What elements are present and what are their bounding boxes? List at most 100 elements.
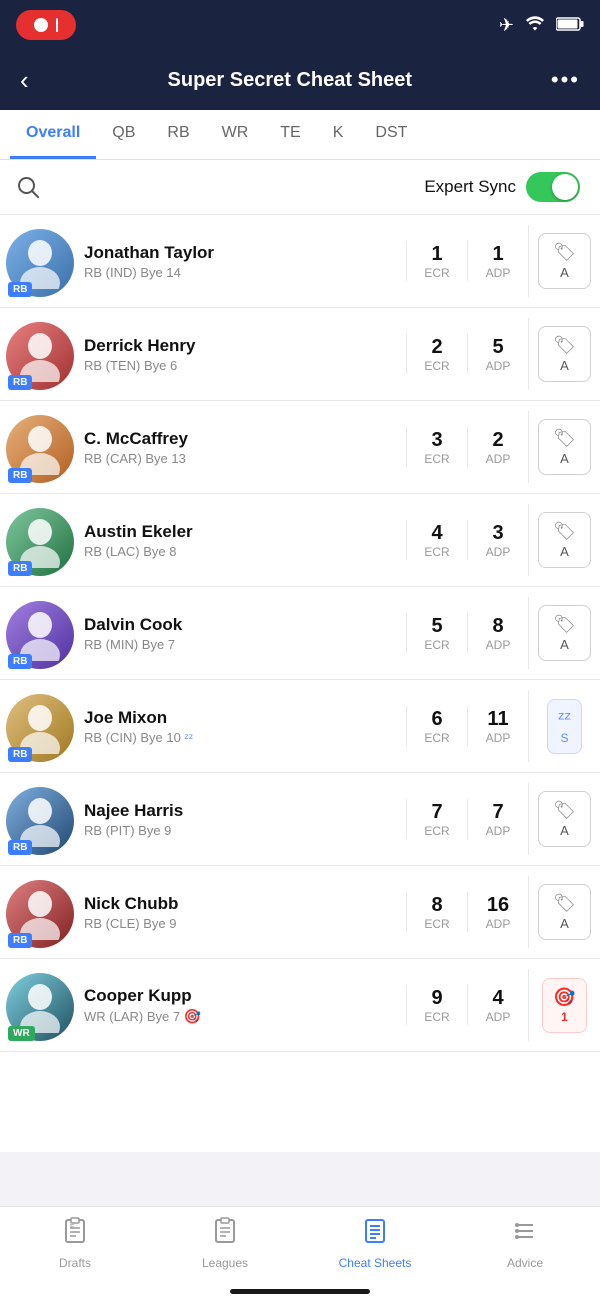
player-name: Austin Ekeler — [84, 522, 406, 542]
ecr-stat: 6 ECR — [407, 708, 467, 745]
tag-icon: 🏷 — [553, 242, 576, 263]
tab-qb[interactable]: QB — [96, 110, 151, 159]
player-name: Najee Harris — [84, 801, 406, 821]
ecr-label: ECR — [411, 452, 463, 466]
table-row[interactable]: RB Joe Mixon RB (CIN) Bye 10 ᶻᶻ 6 ECR 11… — [0, 680, 600, 773]
drafts-label: Drafts — [59, 1256, 91, 1270]
table-row[interactable]: RB Austin Ekeler RB (LAC) Bye 8 4 ECR 3 … — [0, 494, 600, 587]
table-row[interactable]: RB Derrick Henry RB (TEN) Bye 6 2 ECR 5 … — [0, 308, 600, 401]
more-button[interactable]: ••• — [551, 67, 580, 93]
table-row[interactable]: RB Dalvin Cook RB (MIN) Bye 7 5 ECR 8 AD… — [0, 587, 600, 680]
position-badge-rb: RB — [8, 468, 32, 483]
player-info: Austin Ekeler RB (LAC) Bye 8 — [80, 522, 406, 559]
player-meta: RB (CIN) Bye 10 ᶻᶻ — [84, 730, 406, 745]
position-badge-rb: RB — [8, 561, 32, 576]
action-col: 🏷 A — [528, 876, 600, 948]
adp-label: ADP — [472, 1010, 524, 1024]
table-row[interactable]: RB Nick Chubb RB (CLE) Bye 9 8 ECR 16 AD… — [0, 866, 600, 959]
battery-icon — [556, 15, 584, 36]
sleep-icon: ᶻᶻ — [184, 731, 193, 745]
player-info: Derrick Henry RB (TEN) Bye 6 — [80, 336, 406, 373]
bottom-tab-cheat-sheets[interactable]: Cheat Sheets — [300, 1217, 450, 1270]
ecr-value: 5 — [411, 615, 463, 638]
tag-button[interactable]: 🏷 A — [538, 326, 591, 382]
tag-label: A — [560, 358, 569, 373]
target-icon: 🎯 — [184, 1008, 201, 1024]
cheat-sheets-icon — [361, 1217, 389, 1252]
tag-label: A — [560, 265, 569, 280]
action-col: ᶻᶻ S — [528, 690, 600, 762]
ecr-stat: 3 ECR — [407, 429, 467, 466]
player-meta: RB (LAC) Bye 8 — [84, 544, 406, 559]
ecr-value: 6 — [411, 708, 463, 731]
position-badge-rb: RB — [8, 840, 32, 855]
adp-stat: 8 ADP — [468, 615, 528, 652]
leagues-label: Leagues — [202, 1256, 248, 1270]
tab-wr[interactable]: WR — [206, 110, 265, 159]
bottom-tab-leagues[interactable]: Leagues — [150, 1217, 300, 1270]
tag-button[interactable]: 🏷 A — [538, 512, 591, 568]
adp-stat: 7 ADP — [468, 801, 528, 838]
tab-te[interactable]: TE — [264, 110, 316, 159]
back-button[interactable]: ‹ — [20, 65, 29, 96]
table-row[interactable]: RB Najee Harris RB (PIT) Bye 9 7 ECR 7 A… — [0, 773, 600, 866]
tag-button[interactable]: 🏷 A — [538, 419, 591, 475]
search-icon[interactable] — [16, 175, 40, 199]
record-dot — [34, 18, 48, 32]
tag-button[interactable]: 🏷 A — [538, 791, 591, 847]
adp-value: 3 — [472, 522, 524, 545]
ecr-stat: 7 ECR — [407, 801, 467, 838]
advice-icon — [511, 1217, 539, 1252]
status-bar-right: ✈ — [499, 15, 584, 36]
tag-icon: 🏷 — [553, 893, 576, 914]
ecr-stat: 4 ECR — [407, 522, 467, 559]
record-button[interactable] — [16, 10, 76, 40]
player-meta: RB (PIT) Bye 9 — [84, 823, 406, 838]
tab-rb[interactable]: RB — [151, 110, 205, 159]
player-name: C. McCaffrey — [84, 429, 406, 449]
adp-stat: 5 ADP — [468, 336, 528, 373]
position-badge-rb: RB — [8, 654, 32, 669]
bottom-nav: F Drafts Leagues Cheat She — [0, 1206, 600, 1298]
snooze-button[interactable]: ᶻᶻ S — [547, 699, 582, 754]
table-row[interactable]: WR Cooper Kupp WR (LAR) Bye 7 🎯 9 ECR 4 … — [0, 959, 600, 1052]
status-bar-left — [16, 10, 76, 40]
adp-value: 1 — [472, 243, 524, 266]
adp-value: 8 — [472, 615, 524, 638]
adp-value: 7 — [472, 801, 524, 824]
adp-value: 4 — [472, 987, 524, 1010]
expert-sync-toggle[interactable] — [526, 172, 580, 202]
ecr-value: 9 — [411, 987, 463, 1010]
table-row[interactable]: RB C. McCaffrey RB (CAR) Bye 13 3 ECR 2 … — [0, 401, 600, 494]
tag-button[interactable]: 🏷 A — [538, 884, 591, 940]
adp-label: ADP — [472, 545, 524, 559]
table-row[interactable]: RB Jonathan Taylor RB (IND) Bye 14 1 ECR… — [0, 215, 600, 308]
player-avatar-wrap: RB — [0, 597, 80, 669]
player-meta: RB (CLE) Bye 9 — [84, 916, 406, 931]
position-tabs: Overall QB RB WR TE K DST — [0, 110, 600, 160]
player-avatar-wrap: RB — [0, 411, 80, 483]
action-col: 🏷 A — [528, 411, 600, 483]
player-name: Derrick Henry — [84, 336, 406, 356]
tab-k[interactable]: K — [317, 110, 360, 159]
wifi-icon — [524, 15, 546, 36]
tab-overall[interactable]: Overall — [10, 110, 96, 159]
tab-dst[interactable]: DST — [359, 110, 423, 159]
advice-label: Advice — [507, 1256, 543, 1270]
bottom-tab-drafts[interactable]: F Drafts — [0, 1217, 150, 1270]
player-meta: RB (CAR) Bye 13 — [84, 451, 406, 466]
player-name: Joe Mixon — [84, 708, 406, 728]
target-button[interactable]: 🎯 1 — [542, 978, 586, 1033]
tag-button[interactable]: 🏷 A — [538, 233, 591, 289]
ecr-stat: 1 ECR — [407, 243, 467, 280]
bottom-tab-advice[interactable]: Advice — [450, 1217, 600, 1270]
position-badge-rb: RB — [8, 282, 32, 297]
search-toggle-row: Expert Sync — [0, 160, 600, 215]
tag-button[interactable]: 🏷 A — [538, 605, 591, 661]
ecr-stat: 5 ECR — [407, 615, 467, 652]
position-badge-rb: RB — [8, 933, 32, 948]
player-meta: WR (LAR) Bye 7 🎯 — [84, 1008, 406, 1025]
player-name: Nick Chubb — [84, 894, 406, 914]
header: ‹ Super Secret Cheat Sheet ••• — [0, 50, 600, 110]
ecr-label: ECR — [411, 266, 463, 280]
